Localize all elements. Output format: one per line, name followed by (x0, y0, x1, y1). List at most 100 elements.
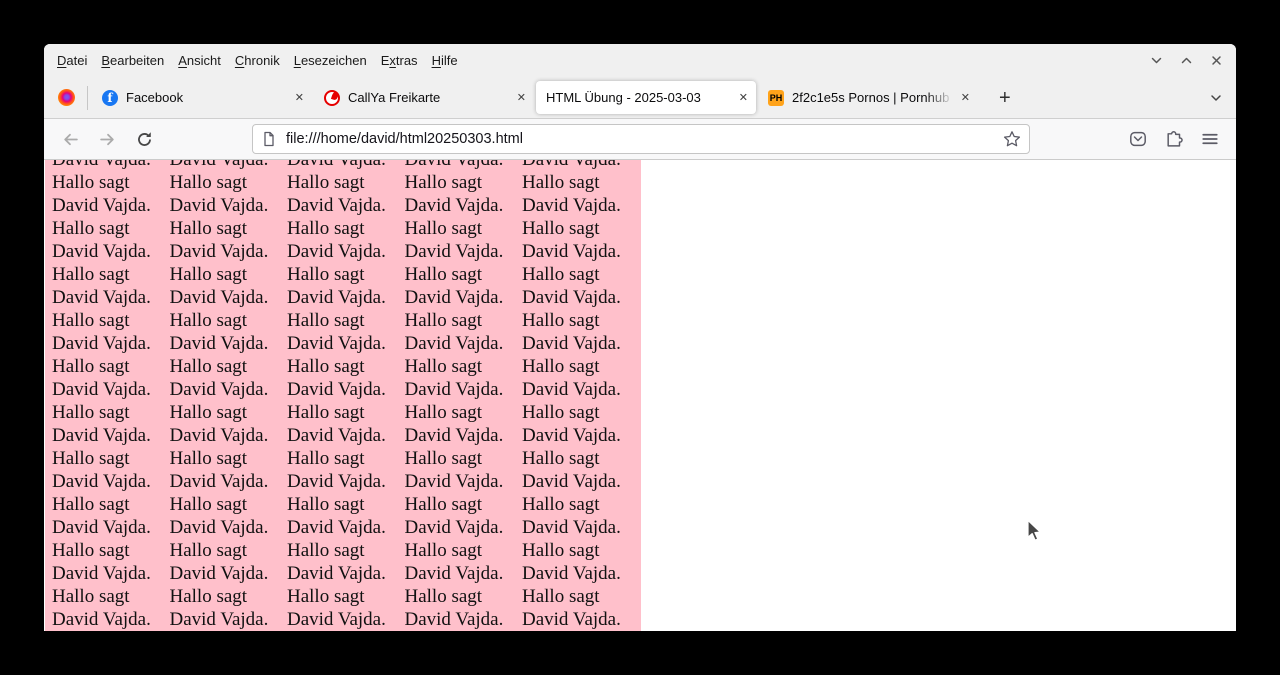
text-line: Hallo sagt (52, 447, 170, 470)
text-line: David Vajda. (405, 286, 523, 309)
text-line: Hallo sagt (52, 539, 170, 562)
extensions-puzzle-icon (1165, 130, 1183, 148)
text-line: Hallo sagt (287, 355, 405, 378)
text-line: David Vajda. (405, 608, 523, 631)
menu-item-chronik[interactable]: Chronik (228, 53, 287, 68)
text-line: David Vajda. (522, 286, 640, 309)
tab-callya-freikarte[interactable]: CallYa Freikarte✕ (314, 81, 534, 114)
menu-item-bearbeiten[interactable]: Bearbeiten (94, 53, 171, 68)
reload-button[interactable] (130, 125, 158, 153)
maximize-button[interactable] (1179, 53, 1194, 68)
page-content: David Vajda.Hallo sagtDavid Vajda.Hallo … (44, 160, 1236, 631)
menu-item-extras[interactable]: Extras (374, 53, 425, 68)
tab-close-button[interactable]: ✕ (517, 91, 526, 104)
tab-close-button[interactable]: ✕ (739, 91, 748, 104)
tab-html-übung-2025-03-03[interactable]: HTML Übung - 2025-03-03 ✕ (536, 81, 756, 114)
bookmark-star-button[interactable] (1003, 130, 1021, 148)
tab-close-button[interactable]: ✕ (295, 91, 304, 104)
close-icon (1210, 54, 1223, 67)
pocket-button[interactable] (1129, 130, 1147, 148)
text-line: David Vajda. (287, 286, 405, 309)
text-line: David Vajda. (405, 516, 523, 539)
text-line: Hallo sagt (52, 585, 170, 608)
pornhub-favicon-icon: PH (768, 90, 784, 106)
forward-button[interactable] (93, 125, 121, 153)
hamburger-menu-icon (1201, 130, 1219, 148)
url-text[interactable]: file:///home/david/html20250303.html (286, 131, 1003, 147)
text-line: David Vajda. (170, 332, 288, 355)
forward-arrow-icon (99, 131, 116, 148)
text-line: David Vajda. (170, 240, 288, 263)
tab-facebook[interactable]: fFacebook✕ (92, 81, 312, 114)
text-line: David Vajda. (170, 286, 288, 309)
text-line: David Vajda. (522, 562, 640, 585)
text-line: Hallo sagt (522, 217, 640, 240)
text-line: David Vajda. (405, 332, 523, 355)
text-line: Hallo sagt (405, 447, 523, 470)
text-columns: David Vajda.Hallo sagtDavid Vajda.Hallo … (45, 160, 641, 631)
back-arrow-icon (62, 131, 79, 148)
text-line: David Vajda. (522, 194, 640, 217)
text-line: Hallo sagt (52, 355, 170, 378)
text-line: Hallo sagt (522, 309, 640, 332)
menu-item-lesezeichen[interactable]: Lesezeichen (287, 53, 374, 68)
close-button[interactable] (1209, 53, 1224, 68)
extensions-button[interactable] (1165, 130, 1183, 148)
tab-label: HTML Übung - 2025-03-03 (546, 90, 733, 105)
text-line: Hallo sagt (287, 401, 405, 424)
desktop-background: DateiBearbeitenAnsichtChronikLesezeichen… (0, 0, 1280, 675)
text-line: David Vajda. (52, 160, 170, 171)
tab-2f2c1e5s-pornos-pornhub[interactable]: PH2f2c1e5s Pornos | Pornhub✕ (758, 81, 978, 114)
text-line: Hallo sagt (287, 493, 405, 516)
text-line: Hallo sagt (287, 263, 405, 286)
text-line: Hallo sagt (170, 217, 288, 240)
text-line: Hallo sagt (170, 493, 288, 516)
url-bar[interactable]: file:///home/david/html20250303.html (252, 124, 1030, 154)
firefox-logo-icon[interactable] (58, 89, 75, 106)
text-line: Hallo sagt (170, 171, 288, 194)
hamburger-menu-button[interactable] (1201, 130, 1219, 148)
new-tab-button[interactable]: + (993, 88, 1017, 108)
minimize-button[interactable] (1149, 53, 1164, 68)
list-all-tabs-button[interactable] (1209, 91, 1223, 105)
text-line: Hallo sagt (287, 585, 405, 608)
back-button[interactable] (56, 125, 84, 153)
text-line: Hallo sagt (170, 309, 288, 332)
text-line: David Vajda. (52, 332, 170, 355)
text-line: David Vajda. (52, 470, 170, 493)
menu-item-ansicht[interactable]: Ansicht (171, 53, 228, 68)
menu-item-hilfe[interactable]: Hilfe (425, 53, 465, 68)
text-line: David Vajda. (522, 424, 640, 447)
text-line: Hallo sagt (522, 447, 640, 470)
menu-item-datei[interactable]: Datei (50, 53, 94, 68)
text-line: Hallo sagt (405, 217, 523, 240)
text-line: Hallo sagt (405, 309, 523, 332)
text-line: Hallo sagt (405, 263, 523, 286)
text-line: David Vajda. (522, 608, 640, 631)
text-line: David Vajda. (52, 194, 170, 217)
text-column-1: David Vajda.Hallo sagtDavid Vajda.Hallo … (52, 160, 170, 631)
text-line: David Vajda. (287, 240, 405, 263)
tab-close-button[interactable]: ✕ (961, 91, 970, 104)
text-line: David Vajda. (287, 562, 405, 585)
window-controls (1149, 53, 1236, 68)
text-line: David Vajda. (522, 160, 640, 171)
text-line: David Vajda. (405, 194, 523, 217)
text-line: David Vajda. (522, 516, 640, 539)
text-line: David Vajda. (287, 378, 405, 401)
text-line: Hallo sagt (522, 493, 640, 516)
text-line: David Vajda. (405, 562, 523, 585)
tabs-container: fFacebook✕CallYa Freikarte✕HTML Übung - … (91, 77, 979, 118)
text-line: Hallo sagt (405, 355, 523, 378)
text-line: Hallo sagt (287, 217, 405, 240)
text-line: David Vajda. (287, 194, 405, 217)
menubar-items: DateiBearbeitenAnsichtChronikLesezeichen… (50, 53, 465, 68)
page-info-button[interactable] (261, 131, 277, 147)
text-line: Hallo sagt (52, 309, 170, 332)
tab-bar: fFacebook✕CallYa Freikarte✕HTML Übung - … (44, 77, 1236, 119)
pocket-icon (1129, 130, 1147, 148)
text-line: Hallo sagt (522, 539, 640, 562)
text-line: David Vajda. (405, 240, 523, 263)
text-line: Hallo sagt (52, 401, 170, 424)
tab-label: Facebook (126, 90, 289, 105)
